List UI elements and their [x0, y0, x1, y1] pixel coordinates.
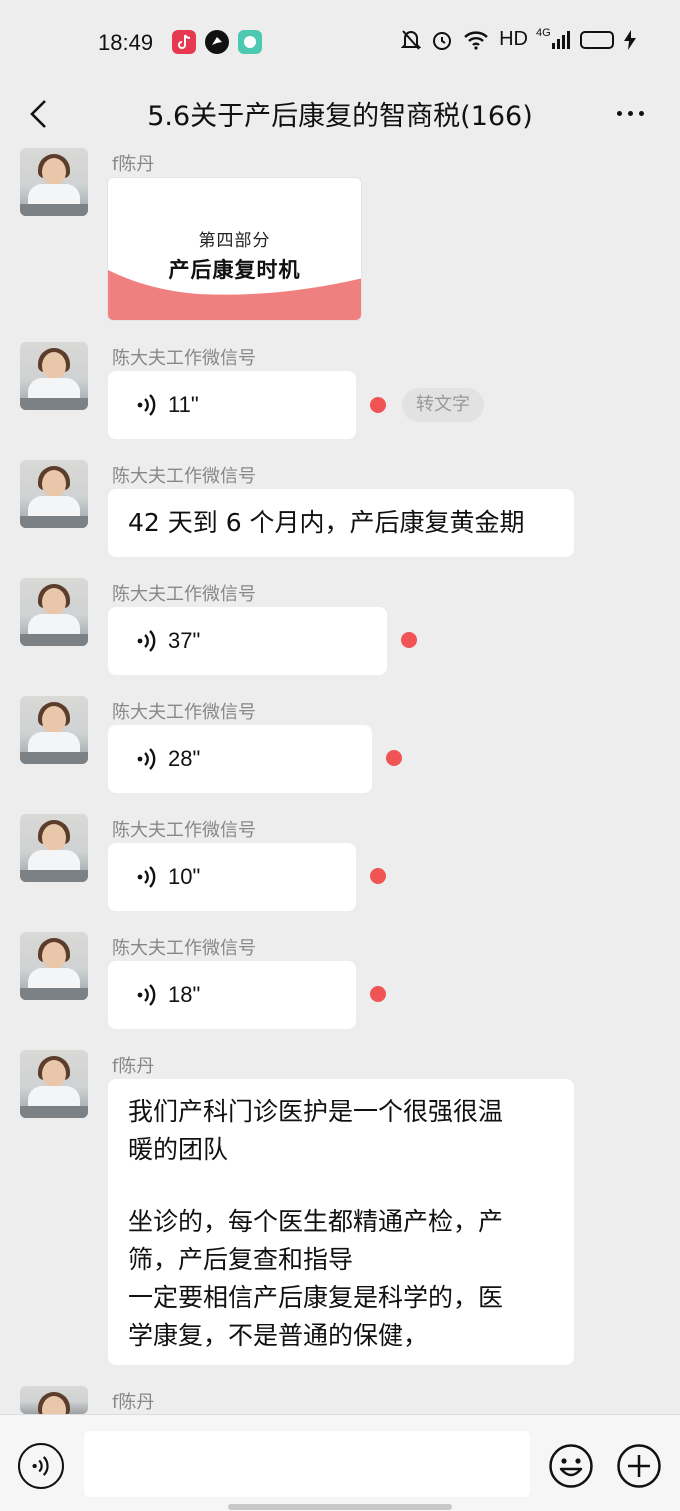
- image-wave: [108, 270, 361, 320]
- dot-icon: [616, 110, 622, 116]
- alarm-icon: [433, 31, 452, 50]
- unread-dot: [370, 397, 386, 413]
- voice-icon: [137, 866, 156, 888]
- sender-name: 陈大夫工作微信号: [112, 938, 256, 959]
- text-line: 我们产科门诊医护是一个很强很温: [128, 1097, 504, 1126]
- hd-label: HD: [499, 28, 528, 50]
- sender-name: f陈丹: [112, 1056, 155, 1077]
- text-line: 坐诊的，每个医生都精通产检，产: [128, 1207, 504, 1236]
- chat-title: 5.6关于产后康复的智商税(166): [147, 101, 533, 132]
- plus-icon[interactable]: [616, 1443, 662, 1489]
- voice-duration: 11": [168, 392, 199, 417]
- sender-name: 陈大夫工作微信号: [112, 466, 256, 487]
- text-line: 一定要相信产后康复是科学的，医: [128, 1283, 504, 1312]
- text-line: 学康复，不是普通的保健，: [128, 1321, 429, 1350]
- voice-icon: [137, 984, 156, 1006]
- tiktok-icon: [172, 30, 196, 54]
- voice-bubble[interactable]: 28": [108, 725, 372, 793]
- avatar[interactable]: [20, 696, 88, 764]
- unread-dot: [401, 632, 417, 648]
- charging-icon: [624, 29, 636, 50]
- sender-name: 陈大夫工作微信号: [112, 584, 256, 605]
- app-icon: [238, 30, 262, 54]
- sender-name: 陈大夫工作微信号: [112, 702, 256, 723]
- avatar[interactable]: [20, 814, 88, 882]
- unread-dot: [370, 986, 386, 1002]
- app-icon: [205, 30, 229, 54]
- voice-bubble[interactable]: 37": [108, 607, 387, 675]
- voice-input-button[interactable]: [18, 1443, 64, 1489]
- mute-icon: [401, 29, 422, 50]
- avatar[interactable]: [20, 1386, 88, 1414]
- status-icons: HD 4G: [401, 27, 636, 51]
- dot-icon: [627, 110, 633, 116]
- image-caption-small: 第四部分: [198, 231, 271, 251]
- convert-to-text-button[interactable]: 转文字: [402, 388, 484, 422]
- avatar[interactable]: [20, 460, 88, 528]
- unread-dot: [386, 750, 402, 766]
- voice-icon: [137, 748, 156, 770]
- emoji-icon[interactable]: [548, 1443, 594, 1489]
- voice-icon: [137, 394, 156, 416]
- avatar[interactable]: [20, 578, 88, 646]
- avatar[interactable]: [20, 1050, 88, 1118]
- voice-duration: 37": [168, 628, 201, 653]
- sender-name: 陈大夫工作微信号: [112, 348, 256, 369]
- text-line: [128, 1169, 554, 1203]
- voice-duration: 28": [168, 746, 201, 771]
- wifi-icon: [464, 30, 488, 50]
- voice-duration: 10": [168, 864, 201, 889]
- text-bubble[interactable]: 42 天到 6 个月内，产后康复黄金期: [108, 489, 574, 557]
- input-bar: [0, 1414, 680, 1511]
- text-bubble[interactable]: 我们产科门诊医护是一个很强很温 暖的团队 坐诊的，每个医生都精通产检，产 筛，产…: [108, 1079, 574, 1365]
- signal-icon: 4G: [536, 27, 570, 49]
- avatar[interactable]: [20, 342, 88, 410]
- unread-dot: [370, 868, 386, 884]
- sender-name: f陈丹: [112, 1392, 155, 1413]
- image-message[interactable]: 第四部分 产后康复时机: [107, 177, 362, 321]
- voice-duration: 18": [168, 982, 201, 1007]
- sender-name: 陈大夫工作微信号: [112, 820, 256, 841]
- message-input[interactable]: [84, 1431, 530, 1497]
- battery-icon: [580, 30, 614, 49]
- home-indicator[interactable]: [228, 1504, 452, 1510]
- text-line: 筛，产后复查和指导: [128, 1245, 354, 1274]
- avatar[interactable]: [20, 148, 88, 216]
- chat-header: 5.6关于产后康复的智商税(166): [0, 88, 680, 146]
- voice-bubble[interactable]: 18": [108, 961, 356, 1029]
- more-options-button[interactable]: [608, 98, 652, 128]
- sender-name: f陈丹: [112, 154, 155, 175]
- status-time: 18:49: [98, 30, 154, 55]
- dot-icon: [638, 110, 644, 116]
- voice-icon: [32, 1456, 49, 1476]
- status-bar: 18:49 HD 4G: [0, 0, 680, 88]
- network-label: 4G: [536, 26, 551, 39]
- avatar[interactable]: [20, 932, 88, 1000]
- voice-icon: [137, 630, 156, 652]
- voice-bubble[interactable]: 11": [108, 371, 356, 439]
- voice-bubble[interactable]: 10": [108, 843, 356, 911]
- text-line: 暖的团队: [128, 1135, 229, 1164]
